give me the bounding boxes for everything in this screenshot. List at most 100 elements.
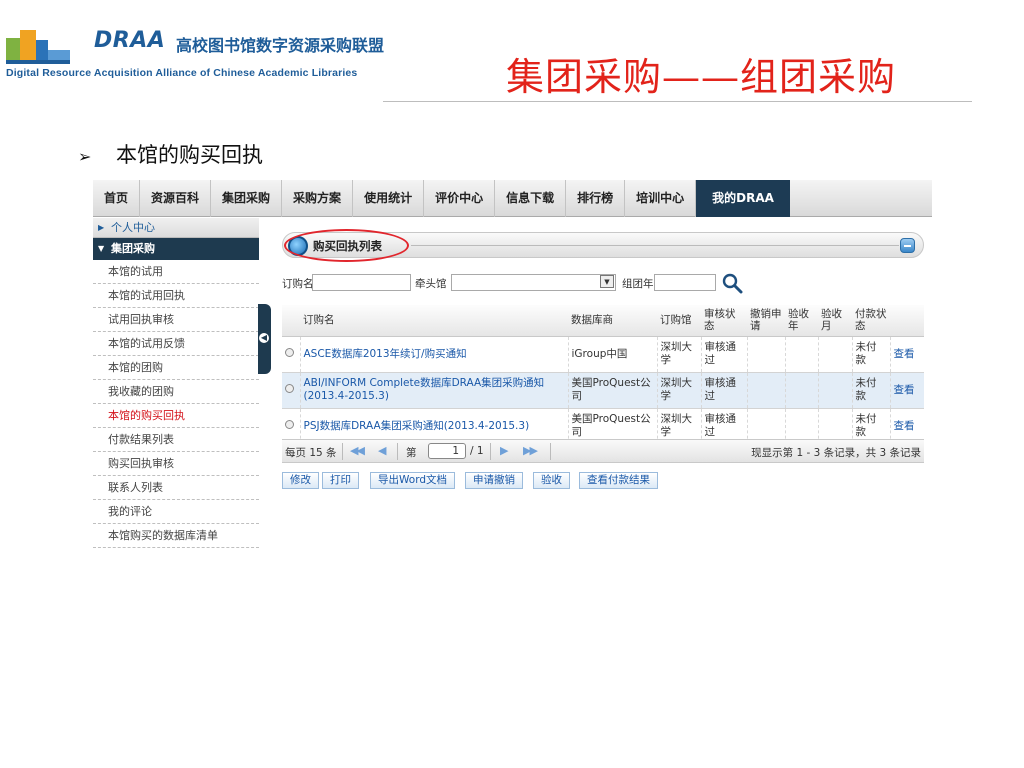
header-select [282, 305, 300, 337]
library-cell: 深圳大学 [657, 372, 702, 409]
sidebar-item-trial-review[interactable]: 试用回执审核 [93, 308, 259, 332]
chevron-left-icon: ◀ [259, 333, 269, 343]
nav-training[interactable]: 培训中心 [625, 180, 697, 217]
print-button[interactable]: 打印 [322, 472, 359, 489]
search-icon[interactable] [721, 272, 743, 294]
top-nav: 首页 资源百科 集团采购 采购方案 使用统计 评价中心 信息下载 排行榜 培训中… [93, 180, 932, 217]
pager-divider [342, 443, 343, 460]
header-cancel-request: 撤销申请 [747, 305, 785, 337]
sidebar-item-database-list[interactable]: 本馆购买的数据库清单 [93, 524, 259, 548]
view-link[interactable]: 查看 [890, 336, 924, 373]
nav-usage-stats[interactable]: 使用统计 [353, 180, 425, 217]
pager-divider [490, 443, 491, 460]
chevron-down-icon: ▼ [98, 244, 105, 253]
status-cell: 审核通过 [701, 336, 748, 373]
sidebar-section-label: 集团采购 [111, 242, 155, 255]
sidebar-item-payment-results[interactable]: 付款结果列表 [93, 428, 259, 452]
cancel-cell [747, 336, 786, 373]
main-content: 购买回执列表 订购名 牵头馆 ▼ 组团年 订购名 数据库商 订购馆 审核状态 撤… [282, 229, 932, 565]
pagination-bar: 每页 15 条 ◀◀ ◀ 第 1 / 1 ▶ ▶▶ 现显示第 1 - 3 条记录… [282, 439, 924, 463]
sidebar-collapse-toggle[interactable]: ◀ [258, 304, 271, 374]
nav-my-draa[interactable]: 我的DRAA [696, 180, 790, 217]
order-name-input[interactable] [312, 274, 411, 291]
row-radio[interactable] [285, 383, 294, 393]
last-page-icon[interactable]: ▶▶ [523, 444, 538, 457]
nav-review-center[interactable]: 评价中心 [424, 180, 496, 217]
view-link[interactable]: 查看 [890, 372, 924, 409]
sidebar-item-comments[interactable]: 我的评论 [93, 500, 259, 524]
table-row[interactable]: ASCE数据库2013年续订/购买通知 iGroup中国 深圳大学 审核通过 未… [282, 336, 924, 373]
edit-button[interactable]: 修改 [282, 472, 319, 489]
cancel-cell [747, 372, 786, 409]
dropdown-arrow-icon[interactable]: ▼ [600, 275, 614, 288]
page-number-input[interactable]: 1 [428, 443, 466, 459]
row-radio[interactable] [285, 347, 294, 357]
header-action [890, 305, 924, 337]
nav-home[interactable]: 首页 [93, 180, 141, 217]
header-vendor: 数据库商 [568, 305, 657, 337]
row-select-cell [282, 336, 301, 373]
sidebar-item-purchase-receipts[interactable]: 本馆的购买回执 [93, 404, 259, 428]
header-review-status: 审核状态 [701, 305, 747, 337]
group-year-input[interactable] [654, 274, 716, 291]
title-divider [383, 101, 972, 102]
lead-library-label: 牵头馆 [415, 278, 447, 290]
chevron-right-icon: ▶ [98, 223, 105, 232]
request-cancel-button[interactable]: 申请撤销 [465, 472, 523, 489]
sidebar-item-trial-receipts[interactable]: 本馆的试用回执 [93, 284, 259, 308]
sidebar-item-trials[interactable]: 本馆的试用 [93, 260, 259, 284]
highlight-circle [284, 229, 409, 262]
sidebar-section-group[interactable]: ▼ 集团采购 [93, 238, 259, 260]
nav-group-purchase[interactable]: 集团采购 [211, 180, 283, 217]
sidebar-item-receipt-review[interactable]: 购买回执审核 [93, 452, 259, 476]
sidebar-item-contacts[interactable]: 联系人列表 [93, 476, 259, 500]
sidebar-item-favorites[interactable]: 我收藏的团购 [93, 380, 259, 404]
record-summary: 现显示第 1 - 3 条记录，共 3 条记录 [751, 447, 921, 459]
prev-page-icon[interactable]: ◀ [378, 444, 387, 457]
draa-app-screenshot: 首页 资源百科 集团采购 采购方案 使用统计 评价中心 信息下载 排行榜 培训中… [93, 180, 932, 565]
nav-purchase-plan[interactable]: 采购方案 [282, 180, 354, 217]
order-name-link[interactable]: ABI/INFORM Complete数据库DRAA集团采购通知(2013.4-… [300, 372, 569, 409]
nav-resource-wiki[interactable]: 资源百科 [140, 180, 212, 217]
receipt-table: 订购名 数据库商 订购馆 审核状态 撤销申请 验收年 验收月 付款状态 ASCE… [282, 305, 924, 445]
pager-divider [550, 443, 551, 460]
panel-divider [411, 245, 899, 246]
export-word-button[interactable]: 导出Word文档 [370, 472, 455, 489]
view-payment-button[interactable]: 查看付款结果 [579, 472, 658, 489]
logo-english-name: Digital Resource Acquisition Alliance of… [6, 67, 358, 79]
filter-bar: 订购名 牵头馆 ▼ 组团年 [282, 272, 924, 294]
status-cell: 审核通过 [701, 372, 748, 409]
sidebar: ▶ 个人中心 ▼ 集团采购 本馆的试用 本馆的试用回执 试用回执审核 本馆的试用反馈… [93, 218, 259, 565]
sidebar-item-group-buys[interactable]: 本馆的团购 [93, 356, 259, 380]
sidebar-item-trial-feedback[interactable]: 本馆的试用反馈 [93, 332, 259, 356]
lead-library-select[interactable] [451, 274, 616, 291]
order-name-link[interactable]: ASCE数据库2013年续订/购买通知 [300, 336, 569, 373]
sidebar-section-label: 个人中心 [111, 221, 155, 234]
accept-year-cell [785, 372, 819, 409]
nav-ranking[interactable]: 排行榜 [566, 180, 626, 217]
library-cell: 深圳大学 [657, 336, 702, 373]
accept-button[interactable]: 验收 [533, 472, 570, 489]
nav-downloads[interactable]: 信息下载 [495, 180, 567, 217]
page-label: 第 [406, 447, 417, 459]
table-row[interactable]: ABI/INFORM Complete数据库DRAA集团采购通知(2013.4-… [282, 372, 924, 409]
logo-draa-text: DRAA [94, 28, 166, 53]
collapse-panel-button[interactable] [900, 238, 915, 253]
table-header-row: 订购名 数据库商 订购馆 审核状态 撤销申请 验收年 验收月 付款状态 [282, 305, 924, 337]
vendor-cell: 美国ProQuest公司 [568, 372, 658, 409]
draa-logo-mark-icon [6, 30, 70, 64]
payment-cell: 未付款 [852, 336, 891, 373]
header-library: 订购馆 [657, 305, 701, 337]
bullet-text: 本馆的购买回执 [116, 143, 263, 167]
accept-year-cell [785, 336, 819, 373]
payment-cell: 未付款 [852, 372, 891, 409]
first-page-icon[interactable]: ◀◀ [350, 444, 365, 457]
bullet-point: ➢ 本馆的购买回执 [78, 139, 263, 169]
header-order-name: 订购名 [300, 305, 568, 337]
row-radio[interactable] [285, 419, 294, 429]
next-page-icon[interactable]: ▶ [500, 444, 509, 457]
header-accept-year: 验收年 [785, 305, 818, 337]
page-size-label: 每页 15 条 [285, 447, 337, 459]
sidebar-section-personal[interactable]: ▶ 个人中心 [93, 218, 259, 238]
panel-header: 购买回执列表 [282, 229, 924, 262]
